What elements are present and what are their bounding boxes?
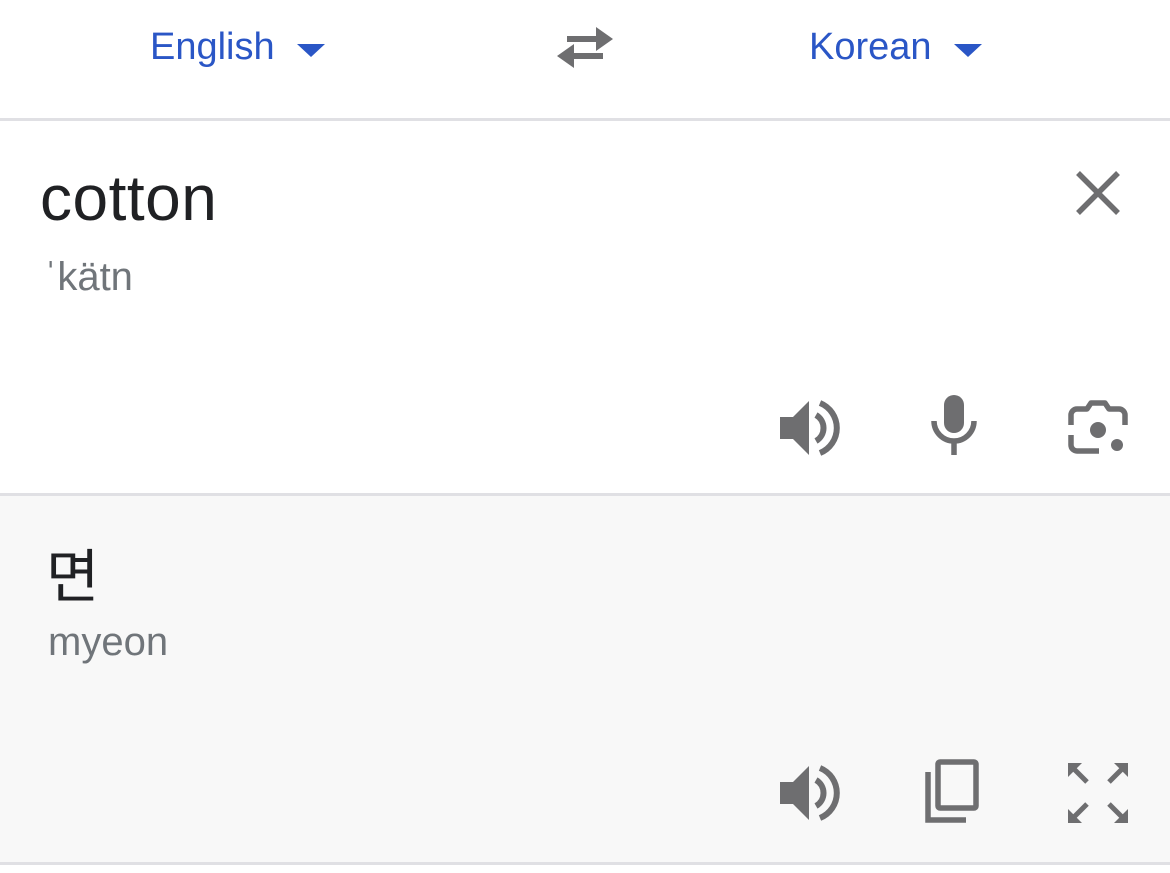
- swap-arrows-icon: [557, 27, 613, 68]
- listen-translation-button[interactable]: [776, 760, 842, 826]
- speaker-icon: [780, 400, 840, 456]
- source-text[interactable]: cotton: [40, 161, 217, 235]
- close-icon: [1076, 171, 1120, 215]
- copy-translation-button[interactable]: [920, 758, 986, 824]
- source-language-label: English: [150, 25, 275, 68]
- target-language-label: Korean: [809, 25, 932, 68]
- fullscreen-button[interactable]: [1065, 760, 1131, 826]
- camera-lens-icon: [1068, 400, 1128, 454]
- language-bar: English Korean: [0, 0, 1170, 118]
- target-language-selector[interactable]: Korean: [809, 22, 982, 72]
- voice-input-button[interactable]: [921, 393, 987, 459]
- fullscreen-icon: [1068, 763, 1128, 823]
- translation-output-panel: 면 myeon: [0, 496, 1170, 862]
- source-phonetic: ˈkätn: [44, 255, 133, 299]
- translated-text: 면: [46, 545, 100, 610]
- source-language-selector[interactable]: English: [150, 22, 325, 72]
- source-input-panel[interactable]: cotton ˈkätn: [0, 121, 1170, 493]
- translation-romanization: myeon: [48, 620, 169, 664]
- caret-down-icon: [296, 43, 325, 57]
- listen-source-button[interactable]: [776, 395, 842, 461]
- clear-input-button[interactable]: [1070, 165, 1126, 221]
- copy-icon: [925, 759, 979, 823]
- caret-down-icon: [953, 43, 982, 57]
- translate-app: English Korean cotton ˈkätn 면 myeon: [0, 0, 1170, 873]
- swap-languages-button[interactable]: [553, 22, 617, 72]
- speaker-icon: [780, 765, 840, 821]
- microphone-icon: [931, 395, 977, 455]
- divider: [0, 862, 1170, 865]
- camera-translate-button[interactable]: [1065, 395, 1131, 461]
